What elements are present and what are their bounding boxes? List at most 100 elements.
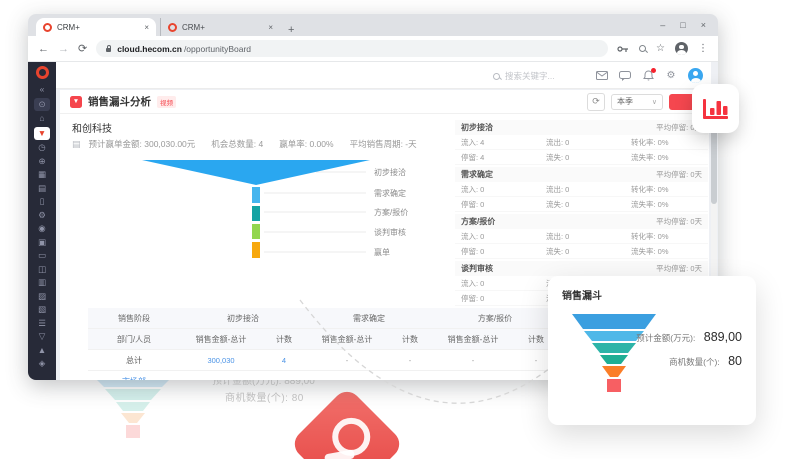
stage-metric: 停留: 0 [461, 199, 546, 210]
stage-metric: 流失率: 0% [631, 199, 716, 210]
sidebar-item-settings-icon[interactable]: ⚙ [34, 210, 50, 221]
stage-metric: 停留: 4 [461, 152, 546, 163]
period-select[interactable]: 本季 ∨ [611, 94, 663, 110]
period-value: 本季 [617, 96, 633, 107]
url-domain: cloud.hecom.cn [117, 44, 182, 54]
stage-metric: 转化率: 0% [631, 184, 716, 195]
row-value: - [262, 371, 306, 381]
bar-chart-icon [702, 98, 729, 120]
sales-funnel-callout-card: 销售漏斗 预计金额(万元): 889,00 商机数量(个): 80 [548, 276, 756, 425]
gear-icon[interactable]: ⚙ [665, 70, 677, 82]
window-maximize-button[interactable]: □ [680, 20, 685, 30]
sub-column-header: 销售金额-总计 [306, 329, 388, 350]
row-value[interactable]: 300,030 [180, 350, 262, 371]
stage-metric: 流失率: 0% [631, 152, 716, 163]
stage-avg-stay: 平均停留: 0天 [656, 216, 702, 227]
mail-icon[interactable] [596, 70, 608, 82]
marketing-canvas: 预计金额(万元): 889,00 商机数量(个): 80 CRM+ × CRM+… [0, 0, 792, 459]
sidebar-item-documents-icon[interactable]: ▯ [34, 196, 50, 207]
app-topbar: 搜索关键字... ⚙ [56, 62, 711, 89]
refresh-data-button[interactable]: ⟳ [587, 93, 605, 111]
sidebar-item-search-icon[interactable]: ⊙ [34, 98, 50, 111]
tab-close-icon[interactable]: × [144, 23, 149, 32]
stage-metric: 流入: 4 [461, 137, 546, 148]
row-value: - [306, 371, 388, 381]
watermark-logo [289, 386, 405, 459]
stage-avg-stay: 平均停留: 0天 [656, 263, 702, 274]
tab-close-icon[interactable]: × [268, 23, 273, 32]
column-header-dept: 部门/人员 [88, 329, 180, 350]
sidebar-item-reports-icon[interactable]: ▣ [34, 237, 50, 248]
row-value: - [432, 371, 514, 381]
forward-button[interactable]: → [58, 43, 69, 55]
sidebar-item-products-icon[interactable]: ▤ [34, 183, 50, 194]
sidebar-item-calendar-icon[interactable]: ▦ [34, 169, 50, 180]
browser-profile-avatar[interactable] [675, 42, 688, 55]
app-sidebar: « ⊙ ⌂ ▼ ◷ ⊕ ▦ ▤ ▯ ⚙ ◉ ▣ ▭ ◫ ▥ ▨ ▧ ☰ ▽ ▲ ◈ [28, 62, 56, 380]
zoom-search-icon[interactable] [639, 45, 646, 52]
sidebar-item-monitor-icon[interactable]: ◫ [34, 264, 50, 275]
bell-icon[interactable] [642, 70, 654, 82]
sidebar-item-database-icon[interactable]: ◈ [34, 358, 50, 369]
new-tab-button[interactable]: + [288, 24, 294, 36]
tab-title: CRM+ [182, 23, 263, 32]
column-header-stage: 销售阶段 [88, 308, 180, 329]
chat-icon[interactable] [619, 70, 631, 82]
stage-metric: 流失: 0 [546, 246, 631, 257]
window-close-button[interactable]: × [701, 20, 706, 30]
browser-tab-inactive[interactable]: CRM+ × [160, 18, 280, 36]
row-value: - [306, 350, 388, 371]
funnel-stage-label: 方案/报价 [374, 207, 408, 218]
amount-value: 889,00 [704, 330, 742, 344]
funnel-title-icon: ▼ [70, 96, 82, 108]
sidebar-item-briefcase-icon[interactable]: ▨ [34, 291, 50, 302]
sidebar-item-funnel-analysis-icon[interactable]: ▼ [34, 127, 50, 140]
sidebar-item-globe-icon[interactable]: ⊕ [34, 156, 50, 167]
row-value: - [432, 350, 514, 371]
hecom-logo [36, 66, 49, 79]
chart-icon-card [692, 84, 739, 133]
bookmark-star-icon[interactable]: ☆ [656, 43, 665, 54]
search-input[interactable]: 搜索关键字... [493, 70, 555, 82]
callout-amount-line: 预计金额(万元): 889,00 [636, 328, 742, 346]
refresh-button[interactable]: ⟳ [78, 42, 87, 55]
stage-metric: 停留: 0 [461, 293, 546, 304]
stage-group-header: 需求确定 [306, 308, 432, 329]
window-minimize-button[interactable]: – [660, 20, 665, 30]
url-field[interactable]: cloud.hecom.cn /opportunityBoard [96, 40, 608, 57]
stage-group-header: 初步接洽 [180, 308, 306, 329]
back-button[interactable]: ← [38, 43, 49, 55]
company-name: 和创科技 [72, 120, 112, 135]
chevron-down-icon: ∨ [652, 98, 657, 106]
sidebar-item-chart-icon[interactable]: ▥ [34, 277, 50, 288]
funnel-stage-label: 谈判审核 [374, 227, 406, 238]
sidebar-item-target-icon[interactable]: ◉ [34, 223, 50, 234]
row-value[interactable]: 4 [262, 350, 306, 371]
stage-name: 初步接洽 [461, 122, 493, 133]
key-icon[interactable] [617, 44, 629, 54]
browser-tab-active[interactable]: CRM+ × [36, 18, 156, 36]
stage-stats-section: 方案/报价 平均停留: 0天 流入: 0 流出: 0 转化率: 0% 停留: 0… [455, 214, 708, 259]
funnel-stage-label: 需求确定 [374, 188, 406, 199]
sidebar-item-folder-icon[interactable]: ▧ [34, 304, 50, 315]
sidebar-item-home-icon[interactable]: ⌂ [34, 113, 50, 124]
address-bar: ← → ⟳ cloud.hecom.cn /opportunityBoard ☆… [28, 36, 718, 62]
user-avatar[interactable] [688, 68, 703, 83]
sidebar-item-messages-icon[interactable]: ▭ [34, 250, 50, 261]
sidebar-item-upload-icon[interactable]: ▲ [34, 345, 50, 356]
funnel-stage-label: 赢单 [374, 247, 390, 258]
url-path: /opportunityBoard [184, 44, 251, 54]
stage-name: 需求确定 [461, 169, 493, 180]
browser-menu-icon[interactable]: ⋮ [698, 43, 708, 54]
sidebar-item-layers-icon[interactable]: ☰ [34, 318, 50, 329]
stage-group-header: 方案/报价 [432, 308, 558, 329]
sidebar-item-filter-icon[interactable]: ▽ [34, 331, 50, 342]
sidebar-item-collapse-icon[interactable]: « [34, 84, 50, 95]
row-value: - [180, 371, 262, 381]
notification-badge [651, 68, 656, 73]
background-faded-funnel [88, 373, 178, 439]
funnel-stage-label: 初步接洽 [374, 167, 406, 178]
sidebar-item-history-icon[interactable]: ◷ [34, 142, 50, 153]
callout-title: 销售漏斗 [562, 287, 602, 302]
row-name[interactable]: 市场部 [88, 371, 180, 381]
